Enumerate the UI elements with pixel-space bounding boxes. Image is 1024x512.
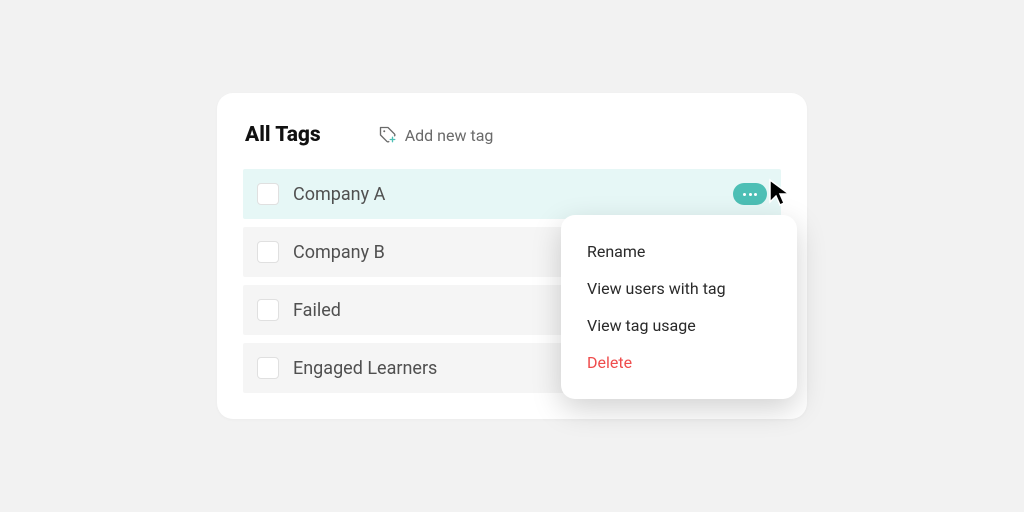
add-new-tag-label: Add new tag xyxy=(405,126,494,145)
tag-checkbox[interactable] xyxy=(257,183,279,205)
tag-checkbox[interactable] xyxy=(257,241,279,263)
page-title: All Tags xyxy=(245,123,321,147)
card-header: All Tags Add new tag xyxy=(243,123,781,147)
tags-card: All Tags Add new tag Company A xyxy=(217,93,807,419)
more-actions-icon xyxy=(743,193,746,196)
menu-delete[interactable]: Delete xyxy=(561,344,797,381)
tag-plus-icon xyxy=(379,126,397,144)
menu-view-usage[interactable]: View tag usage xyxy=(561,307,797,344)
more-actions-button[interactable] xyxy=(733,183,767,205)
tag-label: Failed xyxy=(293,300,341,321)
tag-label: Company A xyxy=(293,184,385,205)
tag-checkbox[interactable] xyxy=(257,357,279,379)
menu-view-users[interactable]: View users with tag xyxy=(561,270,797,307)
add-new-tag-button[interactable]: Add new tag xyxy=(379,126,494,145)
tag-row[interactable]: Company A Rename View users with tag Vie… xyxy=(243,169,781,219)
tag-label: Engaged Learners xyxy=(293,358,437,379)
tag-label: Company B xyxy=(293,242,385,263)
tag-checkbox[interactable] xyxy=(257,299,279,321)
tags-list: Company A Rename View users with tag Vie… xyxy=(243,169,781,393)
actions-dropdown: Rename View users with tag View tag usag… xyxy=(561,215,797,399)
menu-rename[interactable]: Rename xyxy=(561,233,797,270)
